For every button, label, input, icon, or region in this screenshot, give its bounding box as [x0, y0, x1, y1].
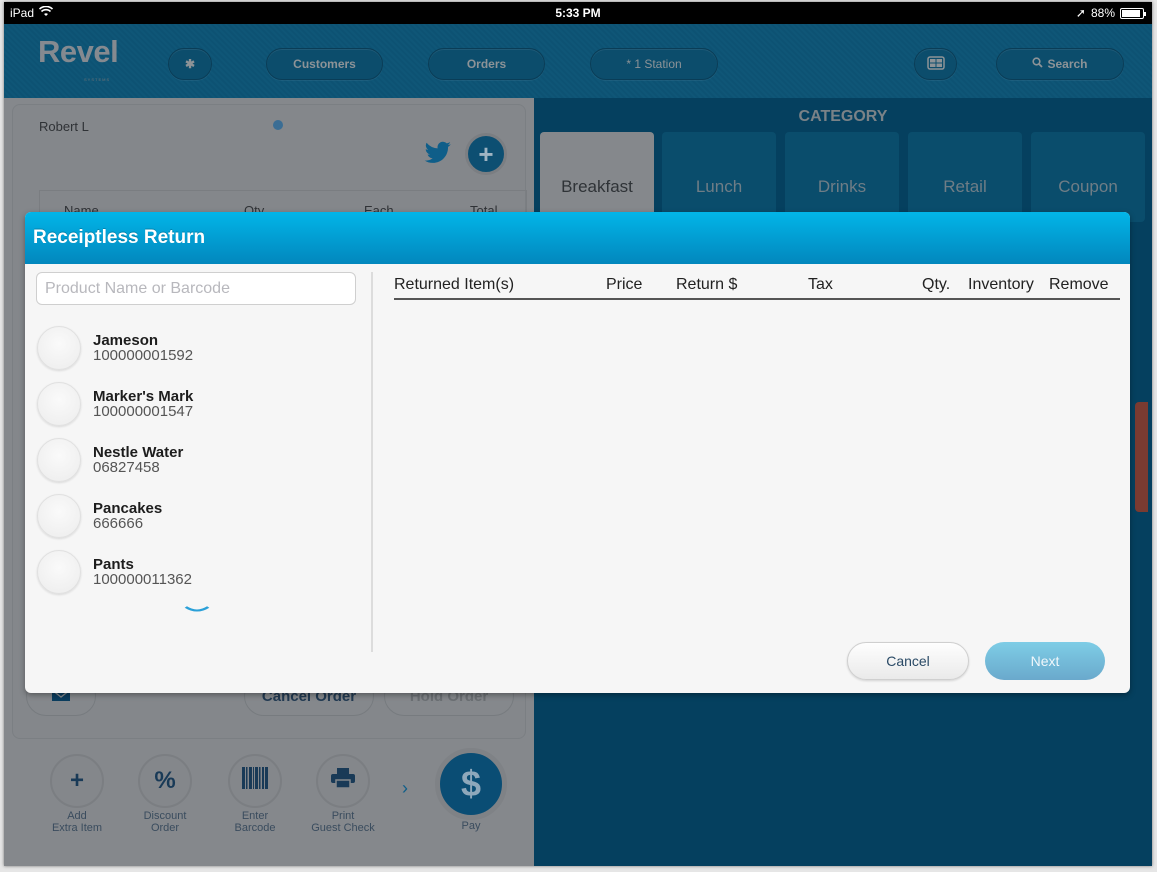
- product-thumbnail: [37, 382, 81, 426]
- printer-icon: [331, 767, 355, 795]
- chevron-down-icon[interactable]: [184, 598, 210, 619]
- location-arrow-icon: ➚: [1075, 6, 1086, 20]
- customer-name[interactable]: Robert L: [39, 119, 89, 134]
- product-name: Pancakes: [93, 500, 163, 517]
- product-search-input[interactable]: [36, 272, 356, 305]
- product-barcode: 100000001592: [93, 347, 194, 364]
- gear-icon: ✱: [184, 57, 196, 71]
- dollar-icon: $: [460, 763, 482, 804]
- product-barcode: 666666: [93, 515, 144, 532]
- plus-icon: +: [478, 138, 494, 169]
- battery-icon: [1120, 7, 1146, 19]
- customers-button[interactable]: Customers: [266, 48, 383, 80]
- orders-button[interactable]: Orders: [428, 48, 545, 80]
- tab-breakfast[interactable]: Breakfast: [540, 132, 654, 222]
- clock: 5:33 PM: [555, 6, 601, 20]
- column-returned-items: Returned Item(s): [394, 276, 515, 293]
- panel-divider: [371, 272, 373, 652]
- dialog-title: Receiptless Return: [25, 212, 1130, 264]
- status-dot: [273, 120, 283, 130]
- product-tile-edge: [1135, 402, 1148, 512]
- product-item[interactable]: Marker's Mark 100000001547: [37, 376, 357, 432]
- product-thumbnail: [37, 438, 81, 482]
- product-item[interactable]: Pancakes 666666: [37, 488, 357, 544]
- pay-button[interactable]: $ Pay: [428, 748, 514, 832]
- product-item[interactable]: Nestle Water 06827458: [37, 432, 357, 488]
- revel-logo: Revel: [38, 34, 119, 69]
- tab-drinks[interactable]: Drinks: [785, 132, 899, 222]
- product-barcode: 100000011362: [93, 571, 192, 588]
- layout-toggle-button[interactable]: [914, 48, 957, 80]
- column-tax: Tax: [808, 276, 833, 293]
- next-button[interactable]: Next: [985, 642, 1105, 680]
- ipad-screen: iPad 5:33 PM ➚ 88% Revel SYSTEMS ✱ Custo…: [4, 2, 1152, 866]
- battery-percent: 88%: [1090, 6, 1115, 20]
- settings-button[interactable]: ✱: [168, 48, 212, 80]
- product-barcode: 06827458: [93, 459, 160, 476]
- product-name: Marker's Mark: [93, 388, 194, 405]
- product-name: Jameson: [93, 332, 159, 349]
- add-extra-item-button[interactable]: + Add Extra Item: [42, 754, 112, 834]
- add-customer-button[interactable]: +: [465, 133, 507, 175]
- product-list: Jameson 100000001592 Marker's Mark 10000…: [37, 320, 357, 600]
- column-inventory: Inventory: [968, 276, 1034, 293]
- product-name: Nestle Water: [93, 444, 184, 461]
- percent-icon: %: [154, 767, 176, 794]
- plus-icon: +: [69, 767, 84, 794]
- print-guest-check-button[interactable]: Print Guest Check: [308, 754, 378, 834]
- product-item[interactable]: Jameson 100000001592: [37, 320, 357, 376]
- cancel-button[interactable]: Cancel: [847, 642, 969, 680]
- more-tools-chevron-icon[interactable]: ›: [402, 778, 408, 799]
- tab-lunch[interactable]: Lunch: [662, 132, 776, 222]
- discount-order-button[interactable]: % Discount Order: [130, 754, 200, 834]
- search-button[interactable]: Search: [996, 48, 1124, 80]
- barcode-icon: [242, 766, 268, 796]
- grid-layout-icon: [926, 55, 945, 73]
- column-qty: Qty.: [922, 276, 951, 293]
- receiptless-return-dialog: Receiptless Return Jameson 100000001592 …: [25, 212, 1130, 693]
- product-barcode: 100000001547: [93, 403, 194, 420]
- search-label: Search: [1047, 57, 1088, 71]
- category-title: CATEGORY: [798, 108, 888, 125]
- product-name: Pants: [93, 556, 134, 573]
- product-thumbnail: [37, 550, 81, 594]
- column-remove: Remove: [1049, 276, 1109, 293]
- product-thumbnail: [37, 326, 81, 370]
- product-item[interactable]: Pants 100000011362: [37, 544, 357, 600]
- product-thumbnail: [37, 494, 81, 538]
- logo-subtitle: SYSTEMS: [84, 77, 111, 82]
- column-return-amount: Return $: [676, 276, 738, 293]
- top-nav: Revel SYSTEMS ✱ Customers Orders * 1 Sta…: [4, 24, 1152, 98]
- tab-retail[interactable]: Retail: [908, 132, 1022, 222]
- search-icon: [1032, 57, 1044, 71]
- status-bar: iPad 5:33 PM ➚ 88%: [4, 2, 1152, 24]
- enter-barcode-button[interactable]: Enter Barcode: [220, 754, 290, 834]
- twitter-icon[interactable]: [424, 141, 452, 172]
- station-button[interactable]: * 1 Station: [590, 48, 718, 80]
- returns-table-header: Returned Item(s) Price Return $ Tax Qty.…: [394, 272, 1120, 300]
- column-price: Price: [606, 276, 643, 293]
- tab-coupon[interactable]: Coupon: [1031, 132, 1145, 222]
